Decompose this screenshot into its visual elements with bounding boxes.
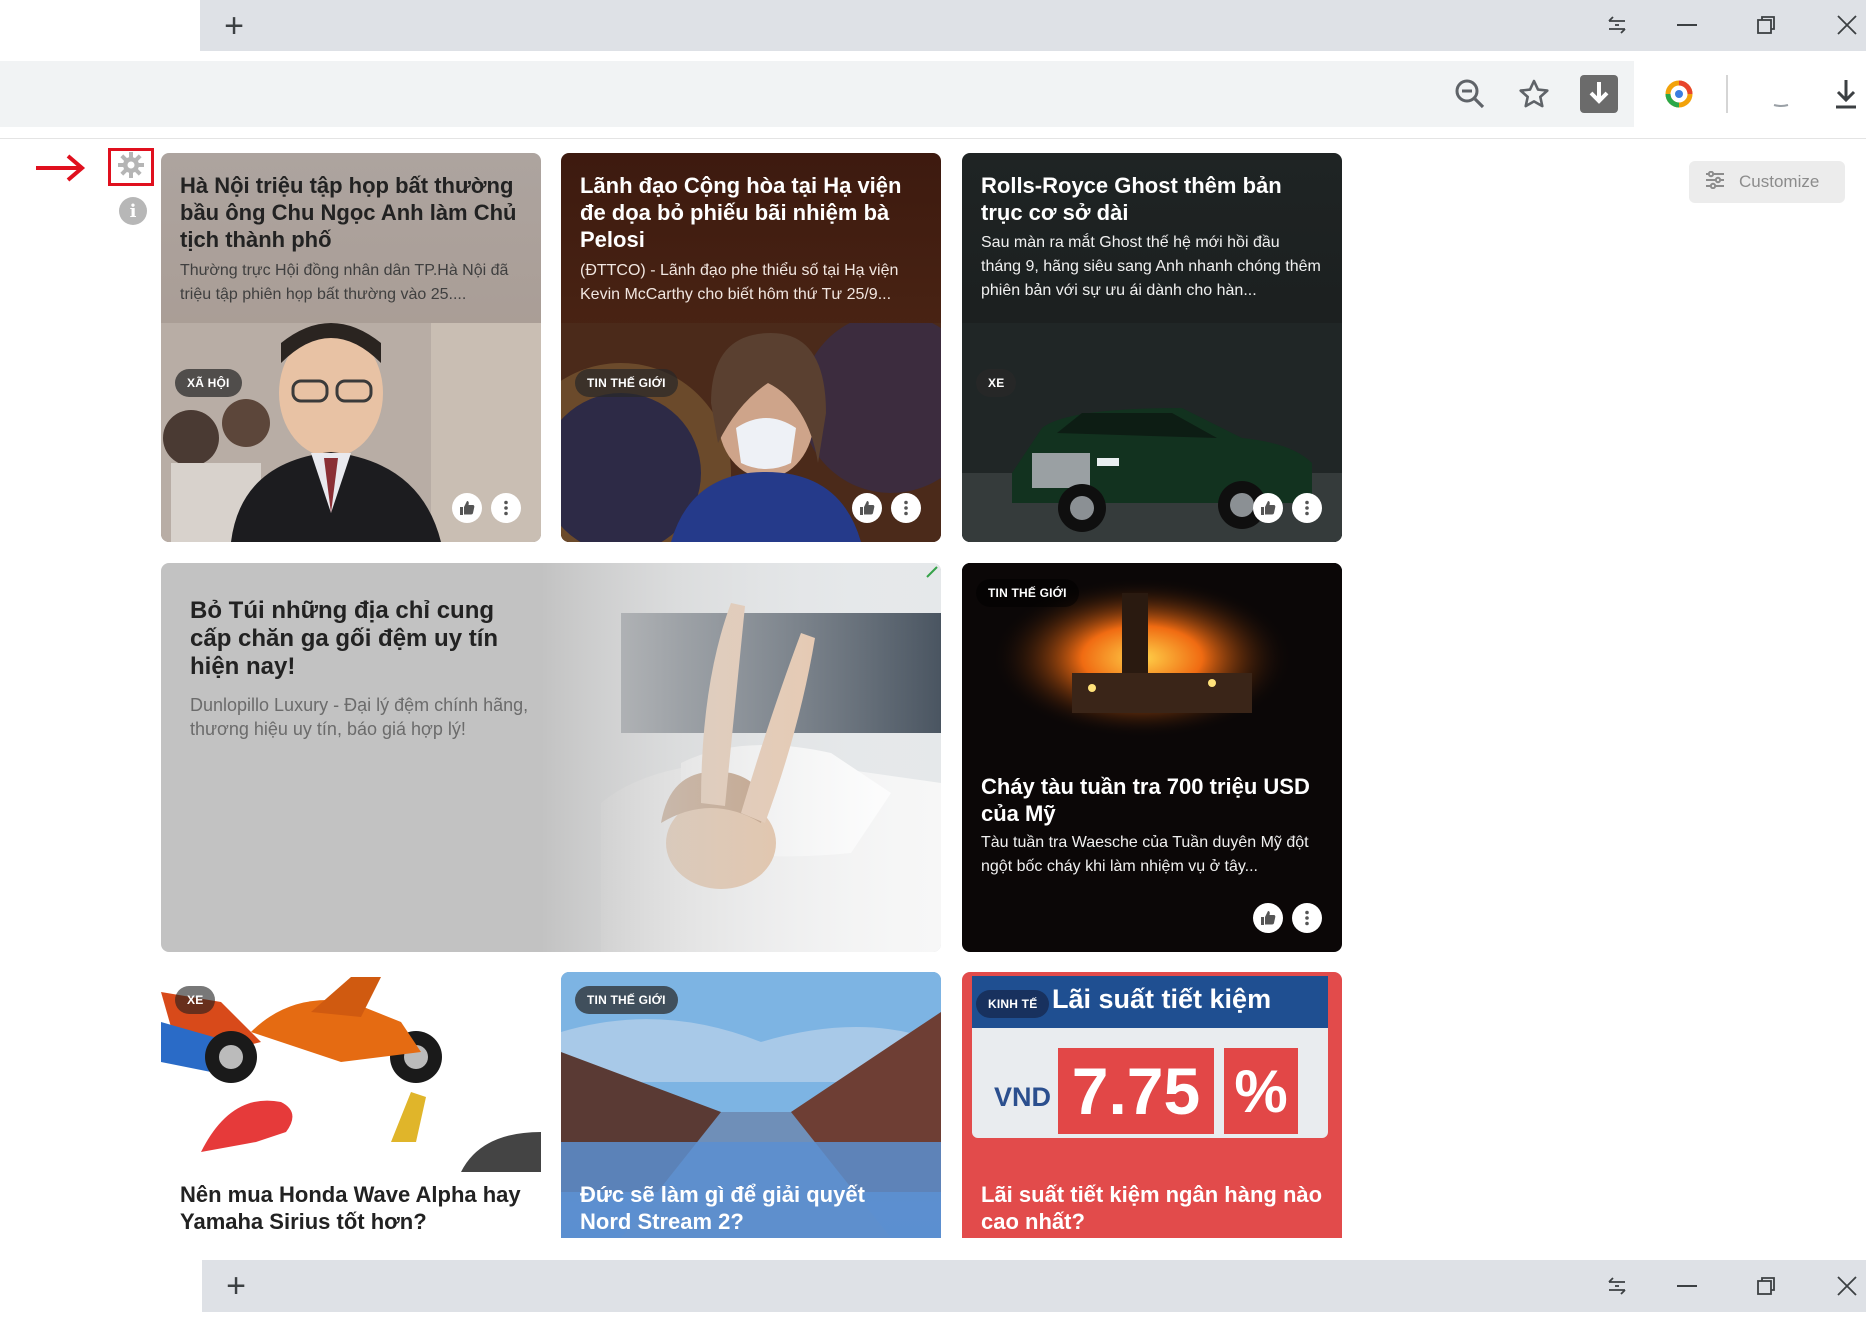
new-tab-button[interactable]: + bbox=[216, 1266, 256, 1306]
card-description: (ĐTTCO) - Lãnh đạo phe thiểu số tại Hạ v… bbox=[580, 262, 899, 303]
profile-placeholder-icon[interactable] bbox=[1766, 75, 1796, 113]
close-button[interactable] bbox=[1832, 1271, 1862, 1301]
more-options-button[interactable] bbox=[1292, 493, 1322, 523]
card-title[interactable]: Cháy tàu tuần tra 700 triệu USD của Mỹ bbox=[981, 773, 1323, 827]
more-options-button[interactable] bbox=[491, 493, 521, 523]
tab-strip: + bbox=[200, 0, 1866, 51]
image-rate: 7.75 bbox=[1058, 1048, 1214, 1134]
card-title[interactable]: Bỏ Túi những địa chỉ cung cấp chăn ga gố… bbox=[190, 597, 530, 681]
extension-ring-icon[interactable] bbox=[1660, 75, 1698, 113]
more-options-button[interactable] bbox=[1292, 903, 1322, 933]
news-card[interactable]: Rolls-Royce Ghost thêm bản trục cơ sở dà… bbox=[962, 153, 1342, 542]
red-arrow-annotation bbox=[34, 151, 88, 190]
settings-button[interactable] bbox=[108, 148, 154, 186]
address-toolbar bbox=[0, 61, 1856, 127]
more-vert-icon bbox=[504, 500, 508, 516]
card-title[interactable]: Rolls-Royce Ghost thêm bản trục cơ sở dà… bbox=[981, 172, 1323, 226]
card-image bbox=[561, 313, 941, 542]
ad-choices-icon[interactable] bbox=[925, 565, 939, 579]
card-title[interactable]: Nên mua Honda Wave Alpha hay Yamaha Siri… bbox=[180, 1181, 522, 1235]
thumbs-up-icon bbox=[860, 501, 875, 515]
minimize-button[interactable] bbox=[1670, 1271, 1704, 1301]
category-badge: KINH TẾ bbox=[976, 990, 1050, 1018]
category-badge: TIN THẾ GIỚI bbox=[575, 986, 678, 1014]
card-title[interactable]: Đức sẽ làm gì để giải quyết Nord Stream … bbox=[580, 1181, 922, 1235]
customize-label: Customize bbox=[1739, 172, 1820, 191]
tab-search-icon[interactable] bbox=[1600, 10, 1634, 40]
category-badge: TIN THẾ GIỚI bbox=[575, 369, 678, 397]
news-card[interactable]: TIN THẾ GIỚI Cháy tàu tuần tra 700 triệu… bbox=[962, 563, 1342, 952]
new-tab-button[interactable]: + bbox=[214, 6, 254, 46]
image-headline: Lãi suất tiết kiệm bbox=[1052, 984, 1272, 1014]
card-image bbox=[541, 563, 941, 952]
thumbs-up-icon bbox=[1261, 501, 1276, 515]
card-image bbox=[962, 323, 1342, 542]
star-icon[interactable] bbox=[1515, 75, 1553, 113]
more-vert-icon bbox=[1305, 500, 1309, 516]
image-percent: % bbox=[1224, 1048, 1298, 1134]
zoom-out-icon[interactable] bbox=[1451, 75, 1489, 113]
info-icon[interactable]: i bbox=[119, 197, 147, 225]
tab-search-icon[interactable] bbox=[1600, 1271, 1634, 1301]
card-image bbox=[161, 972, 541, 1172]
like-button[interactable] bbox=[852, 493, 882, 523]
toolbar-separator bbox=[0, 138, 1866, 139]
thumbs-up-icon bbox=[1261, 911, 1276, 925]
news-card[interactable]: TIN THẾ GIỚI Đức sẽ làm gì để giải quyết… bbox=[561, 972, 941, 1238]
thumbs-up-icon bbox=[460, 501, 475, 515]
sliders-icon bbox=[1705, 170, 1725, 194]
news-card[interactable]: Hà Nội triệu tập họp bất thường bầu ông … bbox=[161, 153, 541, 542]
more-vert-icon bbox=[904, 500, 908, 516]
download-icon[interactable] bbox=[1829, 75, 1863, 113]
close-button[interactable] bbox=[1832, 10, 1862, 40]
card-image bbox=[161, 323, 541, 542]
like-button[interactable] bbox=[1253, 493, 1283, 523]
sponsored-card[interactable]: Bỏ Túi những địa chỉ cung cấp chăn ga gố… bbox=[161, 563, 941, 952]
like-button[interactable] bbox=[452, 493, 482, 523]
news-card[interactable]: Lãi suất tiết kiệm VND 7.75 % KINH TẾ Lã… bbox=[962, 972, 1342, 1238]
more-options-button[interactable] bbox=[891, 493, 921, 523]
card-description: Sau màn ra mắt Ghost thế hệ mới hồi đầu … bbox=[981, 234, 1321, 299]
card-title[interactable]: Lãnh đạo Cộng hòa tại Hạ viện đe dọa bỏ … bbox=[580, 172, 922, 253]
minimize-button[interactable] bbox=[1670, 10, 1704, 40]
restore-button[interactable] bbox=[1749, 10, 1783, 40]
category-badge: TIN THẾ GIỚI bbox=[976, 579, 1079, 607]
category-badge: XE bbox=[976, 369, 1017, 397]
category-badge: XE bbox=[175, 986, 216, 1014]
customize-button[interactable]: Customize bbox=[1689, 161, 1845, 203]
category-badge: XÃ HỘI bbox=[175, 369, 242, 397]
news-card[interactable]: Lãnh đạo Cộng hòa tại Hạ viện đe dọa bỏ … bbox=[561, 153, 941, 542]
toolbar-divider bbox=[1726, 75, 1728, 113]
more-vert-icon bbox=[1305, 910, 1309, 926]
like-button[interactable] bbox=[1253, 903, 1283, 933]
card-title[interactable]: Lãi suất tiết kiệm ngân hàng nào cao nhấ… bbox=[981, 1181, 1323, 1235]
download-extension-icon[interactable] bbox=[1580, 75, 1618, 113]
image-currency: VND bbox=[994, 1082, 1052, 1112]
news-card[interactable]: XE Nên mua Honda Wave Alpha hay Yamaha S… bbox=[161, 972, 541, 1238]
gear-icon bbox=[117, 151, 145, 184]
card-description: Tàu tuần tra Waesche của Tuần duyên Mỹ đ… bbox=[981, 834, 1309, 875]
bottom-tab-strip: + bbox=[202, 1260, 1866, 1312]
card-description: Thường trực Hội đồng nhân dân TP.Hà Nội … bbox=[180, 262, 509, 303]
restore-button[interactable] bbox=[1749, 1271, 1783, 1301]
card-title[interactable]: Hà Nội triệu tập họp bất thường bầu ông … bbox=[180, 172, 522, 253]
card-description: Dunlopillo Luxury - Đại lý đệm chính hãn… bbox=[190, 695, 529, 739]
